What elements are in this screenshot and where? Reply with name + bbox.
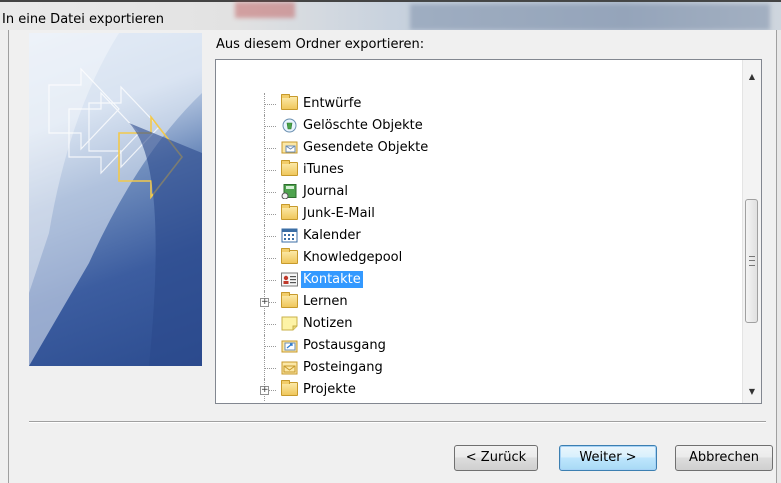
tree-row[interactable]: Kontakte bbox=[216, 269, 736, 291]
background-top-line bbox=[0, 0, 781, 2]
tree-row[interactable]: Posteingang bbox=[216, 357, 736, 379]
tree-connector-branch bbox=[264, 192, 276, 193]
outbox-icon bbox=[281, 338, 298, 353]
tree-connector-branch bbox=[264, 324, 276, 325]
folder-icon bbox=[281, 204, 298, 220]
expand-plus-icon[interactable]: + bbox=[260, 298, 269, 307]
scroll-down-arrow-icon[interactable]: ▼ bbox=[743, 383, 761, 401]
next-button[interactable]: Weiter > bbox=[559, 445, 657, 471]
notes-icon bbox=[281, 316, 298, 331]
tree-item-label: Posteingang bbox=[303, 360, 383, 375]
dialog-left-border bbox=[8, 30, 9, 483]
contacts-icon bbox=[281, 272, 298, 287]
tree-row[interactable]: Journal bbox=[216, 181, 736, 203]
calendar-icon bbox=[281, 228, 298, 243]
tree-item-label: Gelöschte Objekte bbox=[303, 118, 423, 133]
tree-connector-branch bbox=[264, 104, 276, 105]
tree-connector-branch bbox=[264, 368, 276, 369]
tree-row[interactable]: iTunes bbox=[216, 159, 736, 181]
tree-row[interactable]: Knowledgepool bbox=[216, 247, 736, 269]
tree-connector-branch bbox=[264, 148, 276, 149]
expand-plus-icon[interactable]: + bbox=[260, 386, 269, 395]
export-folder-label: Aus diesem Ordner exportieren: bbox=[216, 37, 425, 52]
dialog-title: In eine Datei exportieren bbox=[2, 12, 165, 27]
folder-icon bbox=[281, 380, 298, 396]
wizard-arrow-graphic bbox=[29, 33, 202, 366]
tree-row[interactable]: Notizen bbox=[216, 313, 736, 335]
tree-connector-branch bbox=[264, 346, 276, 347]
cancel-button[interactable]: Abbrechen bbox=[675, 445, 773, 471]
folder-icon bbox=[281, 248, 298, 264]
tree-item-label: Gesendete Objekte bbox=[303, 140, 429, 155]
tree-item-label: Notizen bbox=[303, 316, 353, 331]
journal-icon bbox=[281, 184, 298, 200]
folder-tree[interactable]: Entwürfe Gelöschte Objekte Gesendete Objek… bbox=[215, 59, 762, 404]
tree-row[interactable]: Gelöschte Objekte bbox=[216, 115, 736, 137]
tree-connector-branch bbox=[264, 214, 276, 215]
tree-item-label: Lernen bbox=[303, 294, 348, 309]
tree-connector-branch bbox=[264, 170, 276, 171]
tree-item-label: iTunes bbox=[303, 162, 344, 177]
scroll-up-arrow-icon[interactable]: ▲ bbox=[743, 68, 761, 86]
tree-item-label: Junk-E-Mail bbox=[303, 206, 375, 221]
wizard-banner-image bbox=[29, 33, 202, 366]
tree-row[interactable]: Junk-E-Mail bbox=[216, 203, 736, 225]
tree-item-label: Entwürfe bbox=[303, 96, 362, 111]
scrollbar-grip-icon bbox=[749, 256, 755, 266]
tree-vertical-scrollbar[interactable]: ▲ ▼ bbox=[742, 60, 761, 403]
deleted-items-icon bbox=[281, 118, 298, 133]
inbox-icon bbox=[281, 360, 298, 375]
tree-row[interactable]: Gesendete Objekte bbox=[216, 137, 736, 159]
folder-icon bbox=[281, 292, 298, 308]
tree-item-label: Knowledgepool bbox=[303, 250, 403, 265]
tree-item-label: Postausgang bbox=[303, 338, 386, 353]
scrollbar-thumb[interactable] bbox=[745, 199, 758, 323]
tree-item-label: Kalender bbox=[303, 228, 361, 243]
dialog-right-edge bbox=[777, 30, 781, 483]
back-button[interactable]: < Zurück bbox=[454, 445, 538, 471]
tree-row[interactable]: Kalender bbox=[216, 225, 736, 247]
folder-icon bbox=[281, 160, 298, 176]
folder-icon bbox=[281, 94, 298, 110]
tree-item-label: Projekte bbox=[303, 382, 356, 397]
tree-item-label: Kontakte bbox=[301, 271, 363, 288]
sent-items-icon bbox=[281, 140, 298, 154]
footer-separator-highlight bbox=[29, 422, 766, 423]
tree-row[interactable]: Entwürfe bbox=[216, 93, 736, 115]
tree-connector-branch bbox=[264, 258, 276, 259]
tree-item-label: Journal bbox=[303, 184, 348, 199]
tree-row[interactable]: + Lernen bbox=[216, 291, 736, 313]
tree-connector-branch bbox=[264, 280, 276, 281]
tree-connector-branch bbox=[264, 236, 276, 237]
tree-row[interactable]: + Projekte bbox=[216, 379, 736, 401]
tree-connector-branch bbox=[264, 126, 276, 127]
tree-row[interactable]: Postausgang bbox=[216, 335, 736, 357]
